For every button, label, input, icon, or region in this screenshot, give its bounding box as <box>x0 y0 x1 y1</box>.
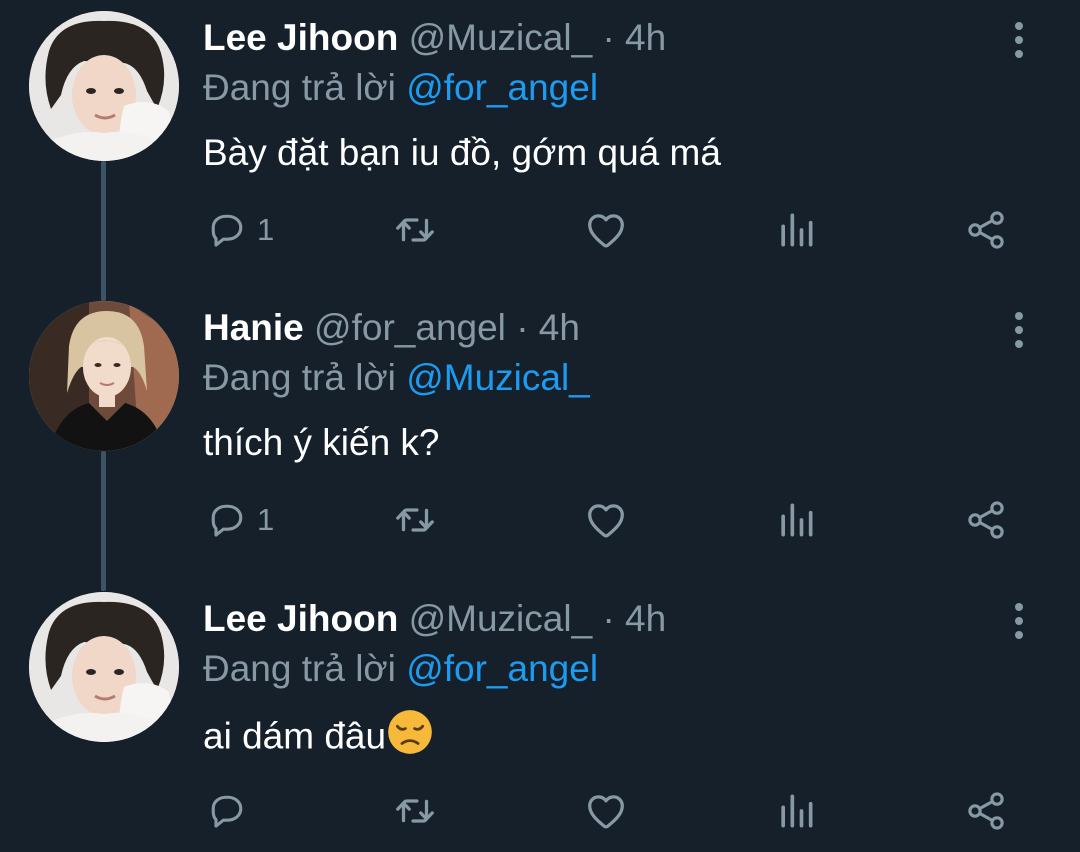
username[interactable]: @Muzical_ <box>409 598 593 639</box>
separator-dot: · <box>602 598 615 639</box>
replying-to-label: Đang trả lời <box>203 648 396 689</box>
analytics-button[interactable] <box>774 488 818 552</box>
reply-icon <box>205 498 249 542</box>
reply-count: 1 <box>257 212 275 247</box>
retweet-button[interactable] <box>392 488 438 552</box>
display-name[interactable]: Hanie <box>203 307 304 348</box>
tweet-text-container: ai dám đâu <box>203 709 433 759</box>
reply-button[interactable]: 1 <box>205 198 274 262</box>
avatar-dark-hair-photo <box>29 11 179 161</box>
retweet-icon <box>392 788 438 834</box>
share-button[interactable] <box>964 779 1008 843</box>
replying-to-label: Đang trả lời <box>203 67 396 108</box>
avatar-dark-hair-photo <box>29 592 179 742</box>
more-options-button[interactable] <box>1004 20 1034 60</box>
replying-to: Đang trả lời @for_angel <box>203 64 598 112</box>
tweet-actions <box>0 779 1080 843</box>
username[interactable]: @for_angel <box>314 307 506 348</box>
tweet-header: Lee Jihoon @Muzical_ · 4h <box>203 595 666 643</box>
avatar[interactable] <box>29 301 179 451</box>
retweet-icon <box>392 207 438 253</box>
retweet-button[interactable] <box>392 198 438 262</box>
share-icon <box>964 208 1008 252</box>
mention-link[interactable]: @for_angel <box>406 648 598 689</box>
heart-icon <box>583 788 629 834</box>
replying-to-label: Đang trả lời <box>203 357 396 398</box>
share-button[interactable] <box>964 488 1008 552</box>
separator-dot: · <box>602 17 615 58</box>
stats-icon <box>774 498 818 542</box>
avatar[interactable] <box>29 592 179 742</box>
more-vertical-icon <box>1004 601 1034 641</box>
heart-icon <box>583 207 629 253</box>
more-options-button[interactable] <box>1004 601 1034 641</box>
replying-to: Đang trả lời @Muzical_ <box>203 354 590 402</box>
analytics-button[interactable] <box>774 198 818 262</box>
tweet-header: Hanie @for_angel · 4h <box>203 304 580 352</box>
separator-dot: · <box>516 307 529 348</box>
stats-icon <box>774 208 818 252</box>
replying-to: Đang trả lời @for_angel <box>203 645 598 693</box>
tweet-text: thích ý kiến k? <box>203 422 440 463</box>
timestamp[interactable]: 4h <box>539 307 580 348</box>
avatar[interactable] <box>29 11 179 161</box>
retweet-icon <box>392 497 438 543</box>
avatar-blonde-hair-photo <box>29 301 179 451</box>
more-options-button[interactable] <box>1004 310 1034 350</box>
timestamp[interactable]: 4h <box>625 17 666 58</box>
tweet[interactable]: Lee Jihoon @Muzical_ · 4h Đang trả lời @… <box>0 0 1080 290</box>
tweet-actions: 1 <box>0 488 1080 552</box>
reply-count: 1 <box>257 502 275 537</box>
analytics-button[interactable] <box>774 779 818 843</box>
conversation-thread: Lee Jihoon @Muzical_ · 4h Đang trả lời @… <box>0 0 1080 852</box>
tweet-text: ai dám đâu <box>203 715 387 757</box>
username[interactable]: @Muzical_ <box>409 17 593 58</box>
tweet-header: Lee Jihoon @Muzical_ · 4h <box>203 14 666 62</box>
like-button[interactable] <box>583 488 629 552</box>
more-vertical-icon <box>1004 310 1034 350</box>
mention-link[interactable]: @Muzical_ <box>406 357 590 398</box>
reply-icon <box>205 789 249 833</box>
tweet[interactable]: Hanie @for_angel · 4h Đang trả lời @Muzi… <box>0 290 1080 580</box>
tweet-actions: 1 <box>0 198 1080 262</box>
heart-icon <box>583 497 629 543</box>
tweet[interactable]: Lee Jihoon @Muzical_ · 4h Đang trả lời @… <box>0 581 1080 852</box>
mention-link[interactable]: @for_angel <box>406 67 598 108</box>
stats-icon <box>774 789 818 833</box>
more-vertical-icon <box>1004 20 1034 60</box>
timestamp[interactable]: 4h <box>625 598 666 639</box>
reply-button[interactable]: 1 <box>205 488 274 552</box>
like-button[interactable] <box>583 198 629 262</box>
retweet-button[interactable] <box>392 779 438 843</box>
like-button[interactable] <box>583 779 629 843</box>
display-name[interactable]: Lee Jihoon <box>203 17 398 58</box>
display-name[interactable]: Lee Jihoon <box>203 598 398 639</box>
reply-icon <box>205 208 249 252</box>
disappointed-face-emoji <box>387 709 433 768</box>
share-icon <box>964 498 1008 542</box>
reply-button[interactable] <box>205 779 249 843</box>
tweet-text: Bày đặt bạn iu đồ, gớm quá má <box>203 132 721 173</box>
share-button[interactable] <box>964 198 1008 262</box>
share-icon <box>964 789 1008 833</box>
